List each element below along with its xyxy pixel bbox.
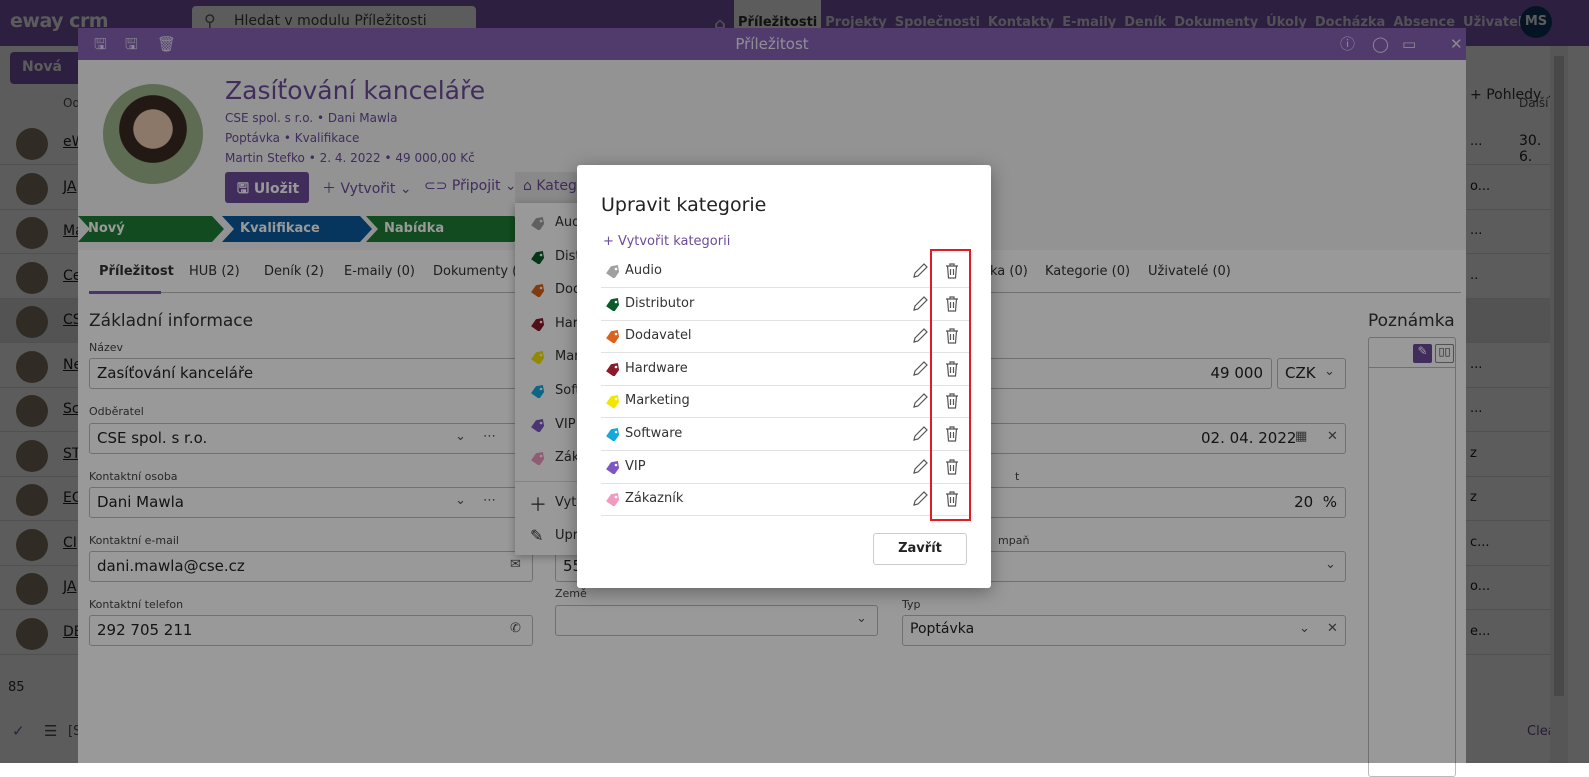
tag-icon <box>606 460 620 474</box>
category-name: Zákazník <box>625 491 684 507</box>
edit-pencil-icon[interactable] <box>911 392 929 414</box>
tag-icon <box>606 297 620 311</box>
edit-pencil-icon[interactable] <box>911 490 929 512</box>
edit-pencil-icon[interactable] <box>911 262 929 284</box>
delete-column-highlight <box>930 249 971 521</box>
category-row: Audio <box>601 255 970 288</box>
edit-pencil-icon[interactable] <box>911 295 929 317</box>
category-row: Hardware <box>601 353 970 386</box>
category-name: Hardware <box>625 360 688 376</box>
category-name: Marketing <box>625 393 690 409</box>
category-row: VIP <box>601 451 970 484</box>
category-name: Audio <box>625 263 662 278</box>
tag-icon <box>606 330 620 344</box>
category-row: Zákazník <box>601 483 970 517</box>
category-name: Distributor <box>625 295 695 311</box>
close-button[interactable]: Zavřít <box>873 533 967 565</box>
tag-icon <box>606 428 620 441</box>
modal-title: Upravit kategorie <box>601 194 767 216</box>
tag-icon <box>606 265 620 278</box>
edit-pencil-icon[interactable] <box>911 425 929 447</box>
create-category-link[interactable]: + Vytvořit kategorii <box>603 234 730 249</box>
category-row: Software <box>601 418 970 451</box>
tag-icon <box>606 362 620 376</box>
category-name: Software <box>625 426 683 441</box>
edit-categories-modal: Upravit kategorie + Vytvořit kategorii A… <box>577 165 991 588</box>
edit-pencil-icon[interactable] <box>911 458 929 480</box>
category-row: Marketing <box>601 385 970 419</box>
edit-pencil-icon[interactable] <box>911 360 929 382</box>
category-row: Distributor <box>601 288 970 321</box>
category-name: VIP <box>625 458 646 474</box>
tag-icon <box>606 395 620 409</box>
edit-pencil-icon[interactable] <box>911 327 929 349</box>
tag-icon <box>606 493 620 507</box>
category-name: Dodavatel <box>625 328 692 344</box>
category-row: Dodavatel <box>601 320 970 354</box>
